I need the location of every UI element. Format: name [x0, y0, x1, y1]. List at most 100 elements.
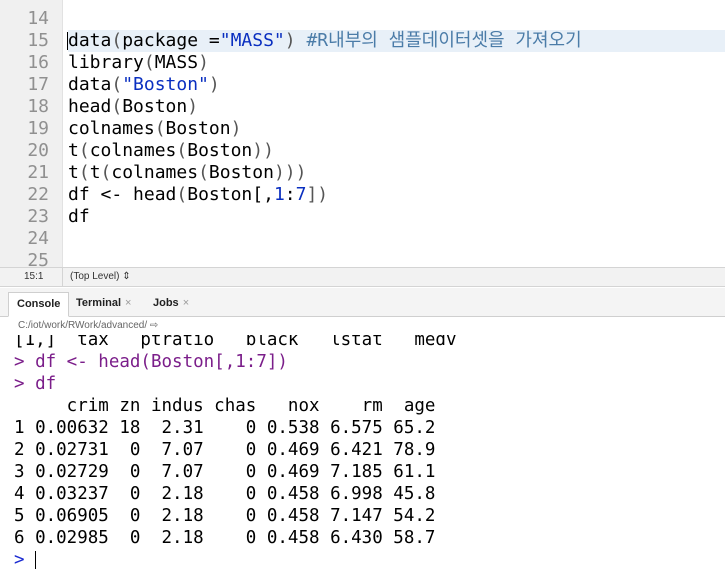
console-cursor — [35, 551, 37, 569]
console-output-line: 5 0.06905 0 2.18 0 0.458 7.147 54.2 — [14, 506, 436, 526]
code-token: ( — [176, 140, 188, 161]
code-line[interactable] — [68, 250, 725, 267]
tab-terminal[interactable]: Terminal × — [68, 292, 139, 315]
console-command-text: > df — [14, 374, 57, 394]
tab-console-label: Console — [17, 298, 61, 310]
code-token: ( — [78, 162, 90, 183]
code-token: t — [68, 140, 79, 161]
line-number: 22 — [27, 184, 49, 205]
line-number: 19 — [27, 118, 49, 139]
code-token: head — [133, 184, 177, 205]
code-token: data — [68, 74, 112, 95]
code-token: ( — [78, 140, 90, 161]
code-line[interactable]: data("Boston") — [68, 74, 725, 96]
code-token: head — [68, 96, 112, 117]
code-line-active[interactable]: data(package ="MASS") #R내부의 샘플데이터셋을 가져오기 — [67, 30, 725, 52]
console-output-line: 6 0.02985 0 2.18 0 0.458 6.430 58.7 — [14, 528, 436, 548]
line-number: 17 — [27, 74, 49, 95]
code-line[interactable]: library(MASS) — [68, 52, 725, 74]
code-token: "MASS" — [219, 30, 285, 51]
code-line[interactable]: df — [68, 206, 725, 228]
line-number: 15 — [27, 30, 49, 51]
line-number: 23 — [27, 206, 49, 227]
close-icon[interactable]: × — [125, 297, 131, 309]
console-prompt[interactable]: > — [14, 549, 37, 571]
tab-terminal-label: Terminal — [76, 297, 122, 309]
code-token: df — [68, 206, 90, 227]
code-token: ( — [176, 184, 188, 205]
code-line[interactable]: df <- head(Boston[,1:7]) — [68, 184, 725, 206]
code-token: t — [89, 162, 101, 183]
code-token: Boston — [208, 162, 274, 183]
console-output-line: crim zn indus chas nox rm age — [14, 396, 436, 416]
close-icon[interactable]: × — [183, 297, 189, 309]
code-token: : — [284, 184, 296, 205]
code-token: Boston — [122, 96, 188, 117]
code-line[interactable]: t(colnames(Boston)) — [68, 140, 725, 162]
scope-selector[interactable]: (Top Level) ⇕ — [70, 271, 131, 282]
console-command: > df — [14, 373, 56, 395]
console-output-line: 1 0.00632 18 2.31 0 0.538 6.575 65.2 — [14, 418, 436, 438]
code-token: ( — [100, 162, 112, 183]
code-token: colnames — [111, 162, 199, 183]
code-token: df <- — [68, 184, 134, 205]
code-token: ( — [111, 96, 123, 117]
code-token: ( — [143, 52, 155, 73]
code-token: ))) — [273, 162, 307, 183]
code-token: ( — [198, 162, 209, 183]
line-number: 25 — [27, 250, 49, 267]
console-output-line: 4 0.03237 0 2.18 0 0.458 6.998 45.8 — [14, 484, 436, 504]
code-token: MASS — [154, 52, 199, 73]
code-token: Boston — [165, 118, 231, 139]
code-token: Boston — [187, 140, 253, 161]
console-command: > df <- head(Boston[,1:7]) — [14, 351, 288, 373]
code-token: 1 — [273, 184, 285, 205]
code-token: #R내부의 샘플데이터셋을 가져오기 — [306, 30, 582, 51]
code-token: colnames — [89, 140, 177, 161]
cursor-position: 15:1 — [24, 271, 44, 282]
code-token: "Boston" — [122, 74, 209, 95]
code-token: t — [68, 162, 79, 183]
code-line[interactable]: t(t(colnames(Boston))) — [68, 162, 725, 184]
editor-status-bar: 15:1 (Top Level) ⇕ — [0, 267, 725, 287]
code-editor[interactable]: 14 15 16 17 18 19 20 21 22 23 24 25 data(package ="… — [0, 0, 725, 267]
code-token: ( — [111, 74, 123, 95]
code-token: ( — [111, 30, 123, 51]
code-token: library — [68, 52, 144, 73]
code-token: ) — [230, 118, 242, 139]
code-line[interactable]: colnames(Boston) — [68, 118, 725, 140]
console-output-line: 2 0.02731 0 7.07 0 0.469 6.421 78.9 — [14, 440, 436, 460]
line-number: 18 — [27, 96, 49, 117]
tab-jobs-label: Jobs — [153, 297, 179, 309]
console-output[interactable]: [1,] tax ptratio black lstat medv > df <-… — [0, 335, 725, 572]
code-line[interactable]: head(Boston) — [68, 96, 725, 118]
line-number: 20 — [27, 140, 49, 161]
console-command-text: > df <- head(Boston[,1:7]) — [14, 352, 288, 372]
working-directory-bar: C:/iot/work/RWork/advanced/ ⇨ — [0, 317, 725, 335]
code-token: Boston[, — [187, 184, 274, 205]
console-pane-tabs: Console Terminal × Jobs × — [0, 288, 725, 317]
code-token: package = — [122, 30, 220, 51]
code-token: ( — [154, 118, 166, 139]
code-line[interactable] — [68, 8, 725, 30]
prompt-symbol: > — [14, 550, 36, 570]
code-line[interactable] — [68, 228, 725, 250]
line-number: 16 — [27, 52, 49, 73]
code-token: ) — [187, 96, 199, 117]
code-token: ) — [198, 52, 209, 73]
tab-console[interactable]: Console — [8, 292, 70, 317]
line-number: 24 — [27, 228, 49, 249]
code-token: data — [68, 30, 112, 51]
line-number-gutter: 14 15 16 17 18 19 20 21 22 23 24 25 — [0, 0, 63, 267]
line-number: 14 — [27, 8, 49, 29]
code-token: ]) — [306, 184, 329, 205]
code-token: ) — [284, 30, 307, 51]
code-token: colnames — [68, 118, 155, 139]
tab-jobs[interactable]: Jobs × — [145, 292, 197, 315]
line-number: 21 — [27, 162, 49, 183]
console-output-line: 3 0.02729 0 7.07 0 0.469 7.185 61.1 — [14, 462, 436, 482]
code-token: )) — [252, 140, 274, 161]
code-token: 7 — [295, 184, 307, 205]
status-divider — [62, 268, 63, 286]
working-directory-path[interactable]: C:/iot/work/RWork/advanced/ ⇨ — [18, 320, 158, 331]
